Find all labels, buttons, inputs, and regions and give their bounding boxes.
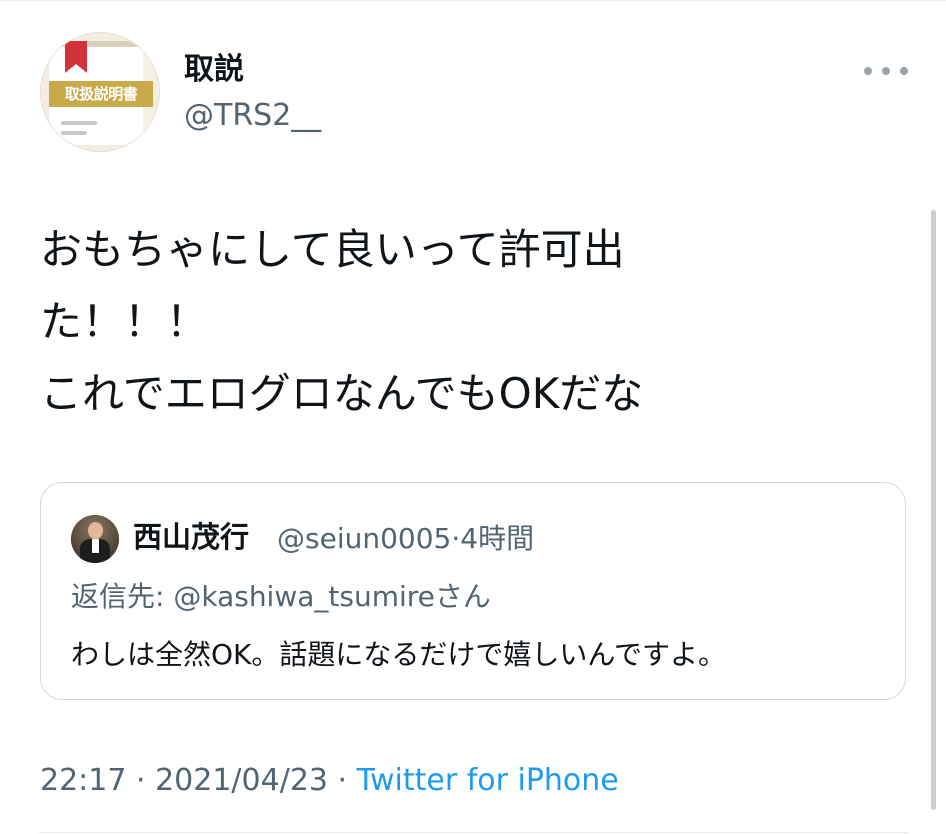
footer-separator-1: · (126, 763, 156, 798)
author-avatar[interactable]: 取扱説明書 (40, 32, 160, 152)
scrollbar[interactable] (931, 210, 936, 810)
tweet-text: おもちゃにして良いって許可出 た！！！ これでエログロなんでもOKだな (40, 225, 644, 418)
quoted-tweet-text: わしは全然OK。話題になるだけで嬉しいんですよ。 (71, 638, 727, 671)
author-handle[interactable]: @TRS2__ (184, 98, 321, 134)
reply-to-handle[interactable]: @kashiwa_tsumire (173, 580, 435, 613)
meta-separator: · (451, 522, 461, 555)
quoted-author-handle[interactable]: @seiun0005 (277, 522, 451, 555)
quoted-tweet-time[interactable]: 4時間 (460, 522, 534, 555)
reply-suffix: さん (434, 580, 491, 613)
quoted-author-display-name[interactable]: 西山茂行 (133, 519, 249, 555)
footer-separator-2: · (328, 763, 357, 798)
more-horizontal-icon[interactable] (864, 62, 908, 80)
book-icon: 取扱説明書 (49, 41, 153, 145)
tweet-source[interactable]: Twitter for iPhone (357, 763, 619, 798)
avatar-label: 取扱説明書 (49, 81, 153, 107)
bottom-divider (38, 832, 908, 833)
author-display-name[interactable]: 取説 (184, 52, 244, 88)
quoted-author-avatar[interactable] (71, 515, 119, 563)
bookmark-ribbon-icon (65, 41, 87, 73)
quoted-tweet-meta: @seiun0005·4時間 (277, 521, 534, 557)
reply-context: 返信先: @kashiwa_tsumireさん (71, 579, 491, 615)
tweet-time[interactable]: 22:17 (40, 763, 126, 798)
tweet-footer: 22:17 · 2021/04/23 · Twitter for iPhone (40, 762, 619, 800)
quoted-tweet[interactable]: 西山茂行 @seiun0005·4時間 返信先: @kashiwa_tsumir… (40, 482, 906, 700)
reply-prefix: 返信先: (71, 580, 174, 613)
tweet-date[interactable]: 2021/04/23 (155, 763, 328, 798)
top-divider (0, 0, 946, 1)
